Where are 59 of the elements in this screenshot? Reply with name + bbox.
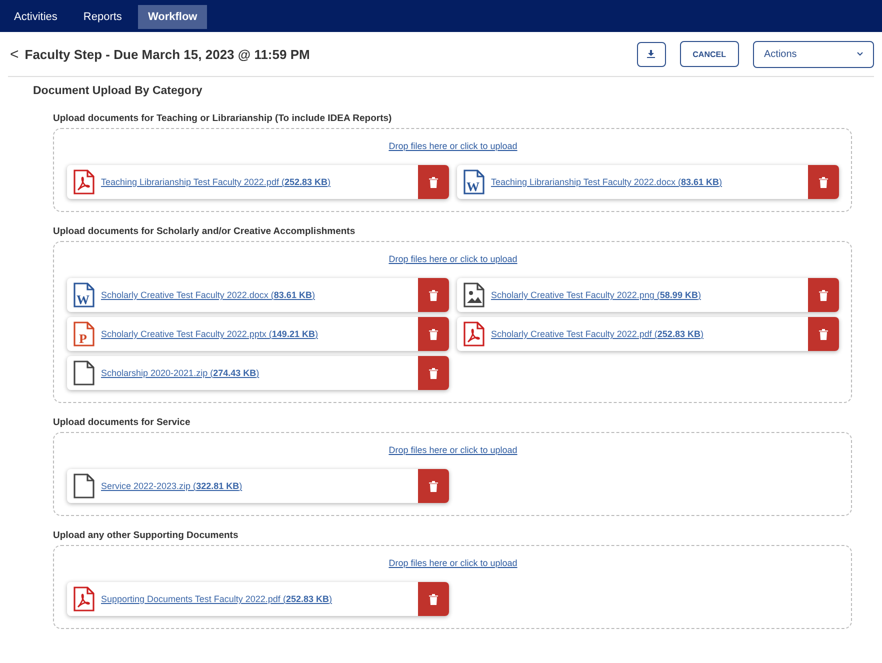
image-file-icon (463, 282, 485, 308)
delete-button[interactable] (418, 165, 449, 199)
delete-button[interactable] (418, 278, 449, 312)
pdf-file-icon (463, 321, 485, 347)
file-link[interactable]: Scholarly Creative Test Faculty 2022.pptx (149.21 KB) (101, 329, 418, 339)
file-icon (73, 473, 95, 499)
trash-icon (429, 480, 438, 492)
file-link[interactable]: Scholarly Creative Test Faculty 2022.pdf (252.83 KB) (491, 329, 808, 339)
pdf-file-icon (73, 586, 95, 612)
pdf-file-icon (73, 169, 95, 195)
section-heading: Document Upload By Category (33, 85, 204, 97)
delete-button[interactable] (808, 278, 839, 312)
file-icon (73, 360, 95, 386)
file-link[interactable]: Scholarship 2020-2021.zip (274.43 KB) (101, 368, 418, 378)
download-icon (647, 50, 656, 58)
nav-tab[interactable]: Activities (4, 5, 68, 29)
download-button[interactable] (636, 42, 666, 66)
upload-link[interactable]: Drop files here or click to upload (388, 558, 518, 568)
back-button[interactable]: < (8, 46, 25, 62)
file-link[interactable]: Scholarly Creative Test Faculty 2022.png (58.99 KB) (491, 290, 808, 300)
nav-tab[interactable]: Workflow (138, 5, 208, 29)
drop-zone[interactable] (53, 241, 852, 403)
drop-zone[interactable]: Drop files here or click to upload Teaching Librarianship Test Faculty 2022.pdf (252.83 KB) W Teaching Librarianship Test Faculty 2022.docx (83.61 KB) (53, 128, 852, 212)
file-link[interactable]: Scholarly Creative Test Faculty 2022.docx (83.61 KB) (101, 290, 418, 300)
file-link[interactable]: Supporting Documents Test Faculty 2022.pdf (252.83 KB) (101, 594, 418, 604)
delete-button[interactable] (418, 317, 449, 351)
file-link[interactable]: Service 2022-2023.zip (322.81 KB) (101, 481, 418, 491)
delete-button[interactable] (808, 317, 839, 351)
file-link[interactable]: Teaching Librarianship Test Faculty 2022.docx (83.61 KB) (491, 177, 808, 187)
category-label: Upload documents for Teaching or Librarianship (To include IDEA Reports) (53, 113, 393, 124)
trash-icon (819, 328, 828, 340)
powerpoint-file-icon: P (73, 321, 95, 347)
trash-icon (429, 368, 438, 378)
delete-button[interactable] (418, 356, 449, 390)
trash-icon (429, 290, 438, 300)
category-label: Upload any other Supporting Documents (53, 530, 240, 541)
trash-icon (819, 290, 828, 300)
delete-button[interactable] (418, 469, 449, 503)
word-file-icon: W (73, 282, 95, 308)
file-link[interactable]: Teaching Librarianship Test Faculty 2022.pdf (252.83 KB) (101, 177, 418, 187)
trash-icon (429, 328, 438, 340)
category-label: Upload documents for Service (53, 417, 192, 428)
trash-icon (429, 176, 438, 188)
nav-tab[interactable]: Reports (73, 5, 132, 29)
word-file-icon: W (463, 169, 485, 195)
cancel-button[interactable]: CANCEL (680, 41, 739, 67)
chevron-down-icon (857, 52, 863, 56)
category-label: Upload documents for Scholarly and/or Creative Accomplishments (53, 226, 356, 237)
drop-zone[interactable]: Drop files here or click to upload Service 2022-2023.zip (322.81 KB) (53, 432, 852, 516)
delete-button[interactable] (418, 582, 449, 616)
upload-link[interactable]: Drop files here or click to upload (388, 254, 518, 264)
drop-zone[interactable]: Drop files here or click to upload Supporting Documents Test Faculty 2022.pdf (252.83 KB) (53, 545, 852, 629)
page-heading: Faculty Step - Due March 15, 2023 @ 11:59 PM (24, 46, 311, 62)
trash-icon (819, 176, 828, 188)
trash-icon (429, 594, 438, 604)
actions-dropdown[interactable]: Actions (753, 40, 874, 68)
delete-button[interactable] (808, 165, 839, 199)
upload-link[interactable]: Drop files here or click to upload (388, 445, 518, 455)
upload-link[interactable]: Drop files here or click to upload (388, 141, 518, 151)
